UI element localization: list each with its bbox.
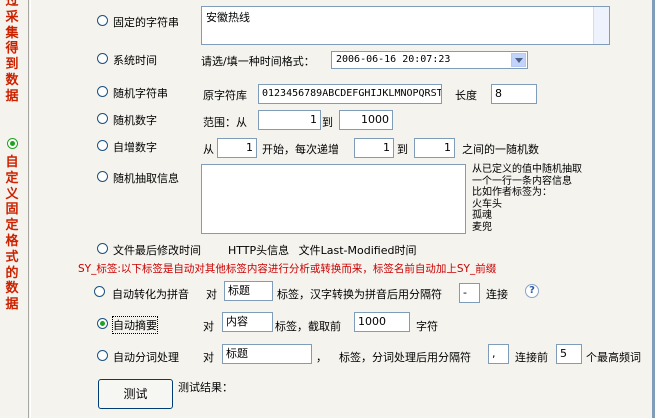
system-time-label: 系统时间 xyxy=(113,54,157,67)
fixed-string-radio[interactable] xyxy=(97,15,108,26)
increment-from-label: 从 xyxy=(203,143,214,156)
summary-count-input[interactable]: 1000 xyxy=(354,312,410,332)
pinyin-separator-input[interactable]: - xyxy=(459,283,480,303)
auto-increment-label: 自增数字 xyxy=(113,141,157,154)
sidebar-divider xyxy=(28,0,29,418)
segment-tag-input[interactable]: 标题 xyxy=(222,344,312,364)
system-time-radio[interactable] xyxy=(97,53,108,64)
pinyin-to-label: 对 xyxy=(206,288,217,301)
random-pick-textarea[interactable] xyxy=(201,164,466,234)
scrollbar[interactable] xyxy=(593,7,609,44)
fixed-string-label: 固定的字符串 xyxy=(113,16,179,29)
length-label: 长度 xyxy=(455,89,477,102)
pinyin-label: 自动转化为拼音 xyxy=(112,288,189,301)
random-pick-radio[interactable] xyxy=(97,171,108,182)
range-to-label: 到 xyxy=(322,116,333,129)
end-value-input[interactable]: 1 xyxy=(414,138,455,158)
last-modified-label: 文件最后修改时间 xyxy=(113,244,201,257)
segment-desc: 标签，分词处理后用分隔符 xyxy=(339,351,471,364)
range-from-label: 范围：从 xyxy=(203,116,247,129)
pinyin-desc: 标签，汉字转换为拼音后用分隔符 xyxy=(277,288,442,301)
test-button[interactable]: 测试 xyxy=(98,379,173,409)
summary-label: 自动摘要 xyxy=(112,316,158,334)
char-pool-input[interactable]: 0123456789ABCDEFGHIJKLMNOPQRSTUVWXYZ xyxy=(258,84,442,104)
step-label: 开始，每次递增 xyxy=(262,143,339,156)
sidebar: 过采集得到数据 自定义固定格式的数据 xyxy=(0,0,28,418)
sidebar-title-custom: 自定义固定格式的数据 xyxy=(5,155,19,313)
random-pick-label: 随机抽取信息 xyxy=(113,172,179,185)
summary-tag-input[interactable]: 内容 xyxy=(222,312,273,332)
start-value-input[interactable]: 1 xyxy=(217,138,257,158)
pinyin-radio[interactable] xyxy=(94,286,105,297)
segment-label: 自动分词处理 xyxy=(113,351,179,364)
pinyin-tag-input[interactable]: 标题 xyxy=(224,281,273,301)
segment-suffix: 个最高频词 xyxy=(586,351,641,364)
segment-to-label: 对 xyxy=(203,351,214,364)
segment-comma: ， xyxy=(316,351,327,364)
summary-unit: 字符 xyxy=(416,320,438,333)
increment-suffix: 之间的一随机数 xyxy=(462,143,539,156)
time-format-prompt: 请选/填一种时间格式： xyxy=(201,55,315,68)
summary-desc: 标签，截取前 xyxy=(275,320,341,333)
segment-separator-input[interactable]: , xyxy=(488,344,509,364)
auto-increment-radio[interactable] xyxy=(97,140,108,151)
last-modified-radio[interactable] xyxy=(97,243,108,254)
segment-connect-label: 连接前 xyxy=(515,351,548,364)
segment-radio[interactable] xyxy=(97,350,108,361)
time-format-select[interactable]: 2006-06-16 20:07:23 xyxy=(331,51,528,69)
char-pool-label: 原字符库 xyxy=(203,89,247,102)
increment-to-label: 到 xyxy=(397,143,408,156)
length-input[interactable]: 8 xyxy=(491,84,537,104)
step-input[interactable]: 1 xyxy=(354,138,394,158)
summary-to-label: 对 xyxy=(203,320,214,333)
sy-tag-notice: SY_标签:以下标签是自动对其他标签内容进行分析或转换而来，标签名前自动加上SY… xyxy=(78,263,497,275)
random-pick-hint: 从已定义的值中随机抽取 一个一行一条内容信息 比如作者标签为： 火车头 孤魂 麦… xyxy=(472,164,582,233)
pinyin-connect-label: 连接 xyxy=(486,288,508,301)
last-modified-desc: HTTP头信息 文件Last-Modified时间 xyxy=(228,244,417,257)
fixed-string-input[interactable]: 安徽热线 xyxy=(201,6,610,45)
sidebar-title-collected: 过采集得到数据 xyxy=(5,0,19,104)
segment-top-input[interactable]: 5 xyxy=(556,344,582,364)
random-number-label: 随机数字 xyxy=(113,114,157,127)
summary-radio[interactable] xyxy=(97,318,108,329)
range-to-input[interactable]: 1000 xyxy=(339,110,393,130)
help-icon[interactable]: ? xyxy=(525,284,539,298)
random-string-label: 随机字符串 xyxy=(113,87,168,100)
custom-format-radio[interactable] xyxy=(7,138,18,149)
test-result-label: 测试结果： xyxy=(178,381,233,394)
random-number-radio[interactable] xyxy=(97,113,108,124)
chevron-down-icon[interactable] xyxy=(511,53,526,67)
range-from-input[interactable]: 1 xyxy=(258,110,321,130)
random-string-radio[interactable] xyxy=(97,86,108,97)
